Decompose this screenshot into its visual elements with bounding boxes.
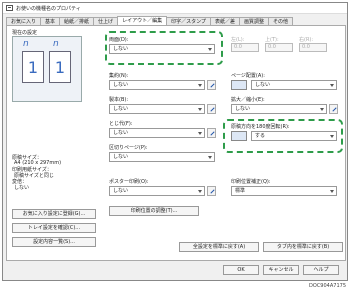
restore-tab-button[interactable]: タブ内を標準に戻す(B)	[263, 242, 343, 252]
preview-label: 現在の設定	[12, 30, 38, 36]
duplex-select[interactable]: しない	[109, 44, 215, 54]
edit-scale-icon[interactable]	[329, 104, 338, 114]
edit-booklet-icon[interactable]	[207, 104, 216, 114]
margin-top-input[interactable]: 0.0	[265, 43, 293, 52]
chevron-down-icon	[198, 132, 202, 135]
printer-icon	[6, 5, 13, 11]
margin-left-label: 左(L):	[231, 37, 245, 43]
register-favorite-button[interactable]: お気に入り設定に登録(G)...	[12, 209, 96, 219]
edit-poster-icon[interactable]	[207, 186, 216, 196]
layout-select[interactable]: しない	[109, 80, 205, 90]
chevron-down-icon	[330, 135, 334, 138]
scale-label: 拡大／縮小(E):	[231, 97, 265, 103]
page-preview: n n 1 1	[12, 36, 82, 102]
help-button[interactable]: ヘルプ	[303, 265, 339, 275]
rotate-icon	[231, 131, 247, 141]
ok-button[interactable]: OK	[223, 265, 259, 275]
chevron-down-icon	[208, 156, 212, 159]
chevron-down-icon	[198, 190, 202, 193]
restore-all-button[interactable]: 全設定を標準に戻す(A)	[179, 242, 259, 252]
binding-select[interactable]: しない	[109, 128, 205, 138]
chevron-down-icon	[198, 108, 202, 111]
layout-panel: 現在の設定 n n 1 1 原稿サイズ： A4 (210 x 297mm) 印刷…	[6, 25, 346, 261]
margin-left-input[interactable]: 0.0	[231, 43, 259, 52]
margin-top-label: 上(T):	[265, 37, 279, 43]
print-position-button[interactable]: 印刷位置の調整(T)...	[109, 206, 199, 216]
separator-label: 区切りページ(P):	[109, 145, 148, 151]
chevron-down-icon	[208, 48, 212, 51]
duplex-label: 両面(D):	[109, 37, 129, 43]
page-order-label: ページ配置(A):	[231, 73, 265, 79]
chevron-down-icon	[330, 190, 334, 193]
binding-label: とじ代(F):	[109, 121, 133, 127]
summary-line6: しない	[14, 185, 30, 191]
page-order-icon	[231, 80, 247, 90]
margin-right-label: 右(R):	[299, 37, 314, 43]
edit-binding-icon[interactable]	[207, 128, 216, 138]
rotate-label: 原稿方向を180度回転(R):	[231, 124, 290, 130]
window-title: お使いの機種名のプロパティ	[16, 5, 81, 12]
preview-page-right: 1	[49, 51, 71, 83]
booklet-select[interactable]: しない	[109, 104, 205, 114]
chevron-down-icon	[198, 84, 202, 87]
page-order-select[interactable]: しない	[251, 80, 337, 90]
scale-select[interactable]: しない	[231, 104, 327, 114]
poster-label: ポスター印刷(O):	[109, 179, 149, 185]
rotate-select[interactable]: する	[251, 131, 337, 141]
layout-label: 集約(N):	[109, 73, 129, 79]
title-bar: お使いの機種名のプロパティ	[3, 3, 347, 14]
margin-right-input[interactable]: 0.0	[299, 43, 327, 52]
properties-window: お使いの機種名のプロパティ お気に入り 基本 給紙／排紙 仕上げ レイアウト／編…	[2, 2, 348, 281]
separator-select[interactable]: しない	[109, 152, 215, 162]
chevron-down-icon	[330, 84, 334, 87]
position-select[interactable]: 標準	[231, 186, 337, 196]
booklet-label: 製本(B):	[109, 97, 129, 103]
orientation-mark-left: n	[23, 39, 29, 49]
cancel-button[interactable]: キャンセル	[263, 265, 299, 275]
preview-page-left: 1	[22, 51, 44, 83]
poster-select[interactable]: しない	[109, 186, 205, 196]
settings-list-button[interactable]: 設定内容一覧(S)...	[12, 237, 96, 247]
figure-code: DOC904A7175	[309, 283, 346, 289]
position-label: 印刷位置補正(Q):	[231, 179, 271, 185]
edit-layout-icon[interactable]	[207, 80, 216, 90]
chevron-down-icon	[320, 108, 324, 111]
check-tray-button[interactable]: トレイ設定を確認(C)...	[12, 223, 96, 233]
orientation-mark-right: n	[53, 39, 59, 49]
